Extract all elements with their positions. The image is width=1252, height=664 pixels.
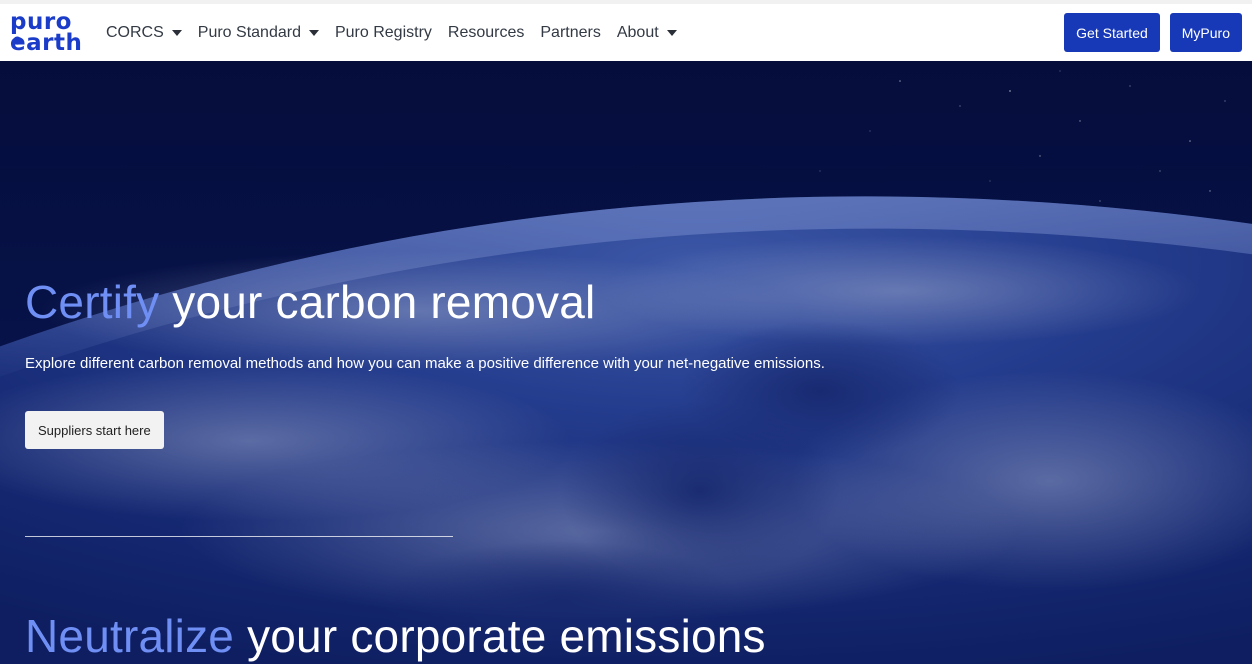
section-divider	[25, 536, 453, 537]
logo-line-2: earth	[10, 29, 83, 56]
puro-earth-logo[interactable]: puro • earth	[10, 9, 84, 57]
nav-item-label: Resources	[447, 23, 525, 41]
hero-section: Certify your carbon removal Explore diff…	[0, 61, 1252, 664]
get-started-button[interactable]: Get Started	[1064, 13, 1160, 52]
nav-item-partners[interactable]: Partners	[540, 24, 600, 42]
mypuro-button[interactable]: MyPuro	[1169, 13, 1242, 52]
nav-item-puro-standard[interactable]: Puro Standard	[198, 24, 319, 42]
nav-item-label: About	[616, 23, 659, 41]
nav-item-label: Puro Registry	[334, 23, 432, 41]
main-nav: CORCS Puro Standard Puro Registry Resour…	[106, 4, 693, 61]
nav-item-about[interactable]: About	[617, 24, 677, 42]
caret-down-icon	[308, 30, 319, 36]
suppliers-start-here-button[interactable]: Suppliers start here	[25, 411, 164, 449]
hero-content: Certify your carbon removal Explore diff…	[25, 61, 1225, 664]
caret-down-icon	[171, 30, 182, 36]
hero-headline-neutralize: Neutralize your corporate emissions	[25, 609, 766, 663]
nav-item-corcs[interactable]: CORCS	[106, 24, 182, 42]
nav-item-puro-registry[interactable]: Puro Registry	[335, 24, 432, 42]
nav-item-label: Puro Standard	[197, 23, 301, 41]
nav-item-label: Partners	[540, 23, 601, 41]
top-navbar: puro • earth CORCS Puro Standard Puro Re…	[0, 0, 1252, 61]
headline-rest: your carbon removal	[159, 276, 596, 328]
caret-down-icon	[666, 30, 677, 36]
nav-item-resources[interactable]: Resources	[448, 24, 524, 42]
nav-actions: Get Started MyPuro	[1064, 13, 1242, 52]
hero-subtext: Explore different carbon removal methods…	[25, 355, 825, 372]
nav-item-label: CORCS	[106, 23, 164, 41]
headline2-accent-word: Neutralize	[25, 610, 235, 662]
headline2-rest: your corporate emissions	[234, 610, 766, 662]
hero-headline-certify: Certify your carbon removal	[25, 275, 595, 329]
headline-accent-word: Certify	[25, 276, 160, 328]
